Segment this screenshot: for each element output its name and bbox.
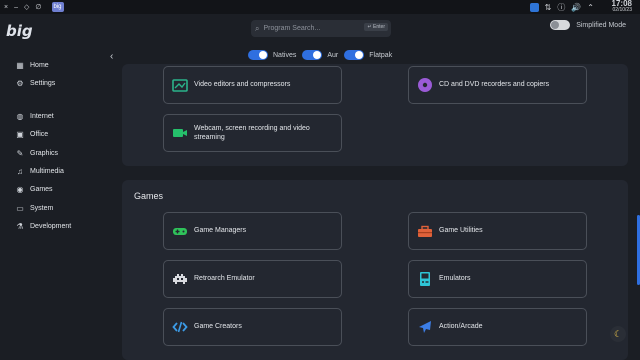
sidebar-item-graphics[interactable]: ✎ Graphics [16,149,58,158]
sidebar-item-settings[interactable]: ⚙ Settings [16,79,55,88]
sidebar-item-label: Settings [30,80,56,87]
aur-label: Aur [327,51,339,59]
card-label: Video editors and compressors [194,81,291,89]
games-section-title: Games [134,191,164,201]
card-label: Game Utilities [439,227,483,235]
toolbox-icon [417,223,433,239]
card-label: Action/Arcade [439,323,483,331]
sidebar-item-games[interactable]: ◉ Games [16,185,53,194]
card-action-arcade[interactable]: Action/Arcade [408,308,587,346]
enter-hint: ↵ Enter [364,23,388,31]
store-tray-icon[interactable] [529,3,539,12]
sidebar-item-label: Home [30,62,49,69]
dark-mode-icon[interactable]: ☾ [610,326,626,342]
camera-icon [172,125,188,141]
card-emulators[interactable]: Emulators [408,260,587,298]
card-game-creators[interactable]: Game Creators [163,308,342,346]
card-label: Retroarch Emulator [194,275,255,283]
brush-icon: ✎ [16,149,24,158]
arcade-icon [417,271,433,287]
system-tray: ⇅ ⓘ 🔊 ⌃ [529,2,594,13]
gamepad-icon: ◉ [16,185,24,194]
aur-toggle[interactable] [302,50,323,60]
sidebar-item-label: Development [30,223,72,230]
card-retroarch[interactable]: Retroarch Emulator [163,260,342,298]
source-filters: Natives Aur Flatpak [248,50,392,60]
app-taskbar-icon[interactable]: big [51,2,64,12]
sidebar-item-label: System [30,205,54,212]
sidebar: ▦ Home ⚙ Settings ◍ Internet ▣ Office ✎ … [0,61,112,360]
keep-above-icon[interactable]: ◇ [24,3,29,11]
card-game-managers[interactable]: Game Managers [163,212,342,250]
window-controls: × – ◇ ∅ big [4,2,64,12]
natives-label: Natives [273,51,297,59]
search-icon: ⌕ [255,23,260,33]
disc-icon [417,77,433,93]
sidebar-item-label: Office [30,131,49,138]
flatpak-label: Flatpak [369,51,393,59]
card-label: CD and DVD recorders and copiers [439,81,550,89]
gear-icon: ⚙ [16,79,24,88]
card-webcam[interactable]: Webcam, screen recording and video strea… [163,114,342,152]
briefcase-icon: ▣ [16,130,24,139]
sidebar-item-internet[interactable]: ◍ Internet [16,112,54,121]
search-placeholder: Program Search... [263,25,321,32]
grid-icon: ▦ [16,61,24,70]
natives-toggle[interactable] [248,50,268,60]
monitor-icon: ▭ [16,204,24,213]
search-input[interactable]: ⌕ Program Search... ↵ Enter [251,20,391,37]
sidebar-item-label: Games [30,186,53,193]
clock[interactable]: 17:08 02/10/23 [612,0,632,13]
volume-tray-icon[interactable]: 🔊 [571,3,581,12]
controller-icon [172,223,188,239]
simplified-mode-label: Simplified Mode [576,21,626,29]
sidebar-item-label: Graphics [30,150,59,157]
sidebar-item-office[interactable]: ▣ Office [16,130,48,139]
network-tray-icon[interactable]: ⇅ [545,3,552,12]
close-icon[interactable]: × [4,4,8,11]
invader-icon [172,271,188,287]
system-bar: × – ◇ ∅ big ⇅ ⓘ 🔊 ⌃ 17:08 02/10/23 [0,0,640,14]
collapse-sidebar-icon[interactable]: ‹ [110,51,113,62]
app-logo: big [6,22,33,40]
card-label: Emulators [439,275,471,283]
card-video-editors[interactable]: Video editors and compressors [163,66,342,104]
sidebar-item-system[interactable]: ▭ System [16,204,53,213]
tray-expand-icon[interactable]: ⌃ [587,3,594,12]
clock-date: 02/10/23 [612,7,632,13]
sidebar-item-development[interactable]: ⚗ Development [16,222,71,231]
film-icon [172,77,188,93]
filter-aur[interactable]: Aur [302,50,338,60]
minimize-icon[interactable]: – [14,4,18,11]
flatpak-toggle[interactable] [344,50,365,60]
info-tray-icon[interactable]: ⓘ [557,2,565,13]
card-game-utilities[interactable]: Game Utilities [408,212,587,250]
sidebar-item-home[interactable]: ▦ Home [16,61,49,70]
simplified-mode-toggle[interactable] [550,20,571,30]
globe-icon: ◍ [16,112,24,121]
card-label: Game Creators [194,323,242,331]
simplified-mode-switch[interactable]: Simplified Mode [550,20,626,30]
card-label: Webcam, screen recording and video strea… [194,124,310,141]
filter-natives[interactable]: Natives [248,50,296,60]
app-header: big ⌕ Program Search... ↵ Enter Simplifi… [0,14,640,64]
flask-icon: ⚗ [16,222,24,231]
shade-icon[interactable]: ∅ [35,3,41,11]
filter-flatpak[interactable]: Flatpak [344,50,392,60]
card-label: Game Managers [194,227,247,235]
card-cd-dvd[interactable]: CD and DVD recorders and copiers [408,66,587,104]
code-icon [172,319,188,335]
sidebar-item-label: Internet [30,113,54,120]
sidebar-item-multimedia[interactable]: ♫ Multimedia [16,167,64,176]
sidebar-item-label: Multimedia [30,168,64,175]
jet-icon [417,319,433,335]
music-icon: ♫ [17,167,23,176]
